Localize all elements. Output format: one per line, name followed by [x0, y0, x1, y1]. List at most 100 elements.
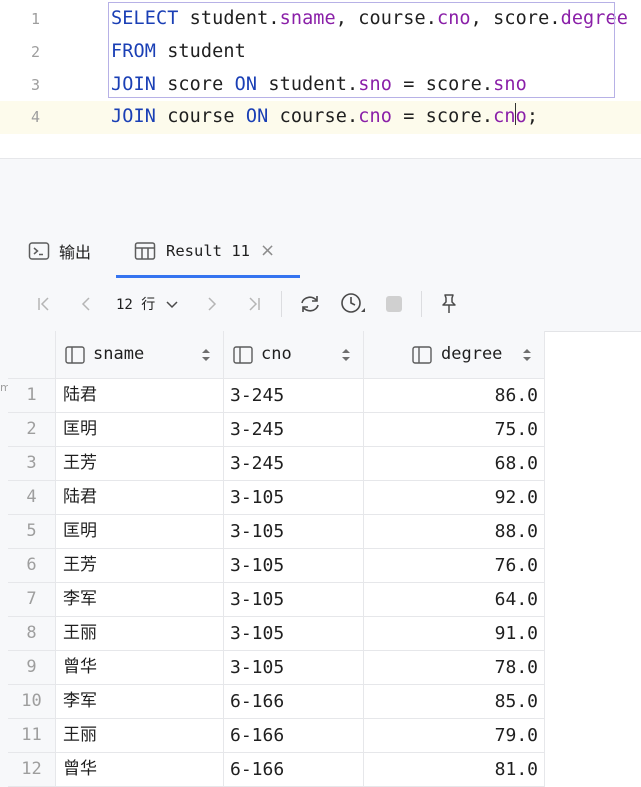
grid-gutter	[0, 331, 8, 787]
sort-icon[interactable]	[341, 348, 351, 362]
cell-cno[interactable]: 6-166	[224, 753, 364, 787]
close-icon[interactable]: ×	[260, 240, 275, 261]
column-header-sname[interactable]: sname	[56, 331, 224, 379]
cell-cno[interactable]: 3-245	[224, 413, 364, 447]
cell-sname[interactable]: 匡明	[56, 413, 224, 447]
results-tab-bar: 输出 Result 11 ×	[0, 223, 641, 278]
code-text[interactable]: SELECT student.sname, course.cno, score.…	[111, 8, 628, 29]
cell-sname[interactable]: 陆君	[56, 481, 224, 515]
cell-sname[interactable]: 李军	[56, 583, 224, 617]
previous-page-button[interactable]	[74, 291, 98, 317]
results-toolbar: 12 行	[0, 278, 641, 332]
tab-result[interactable]: Result 11 ×	[116, 223, 300, 278]
cell-sname[interactable]: 匡明	[56, 515, 224, 549]
code-text[interactable]: FROM student	[111, 41, 246, 62]
column-icon	[65, 346, 85, 364]
history-button[interactable]	[338, 291, 368, 317]
table-row[interactable]: 6 王芳 3-105 76.0	[8, 549, 545, 583]
cell-cno[interactable]: 3-105	[224, 651, 364, 685]
code-line-4[interactable]: 4 JOIN course ON course.cno = score.cno;	[0, 101, 641, 134]
code-text[interactable]: JOIN score ON student.sno = score.sno	[111, 74, 527, 95]
code-line-1[interactable]: 1 SELECT student.sname, course.cno, scor…	[0, 3, 641, 36]
table-row[interactable]: 7 李军 3-105 64.0	[8, 583, 545, 617]
next-page-button[interactable]	[200, 291, 224, 317]
cell-degree[interactable]: 81.0	[364, 753, 545, 787]
table-row[interactable]: 1 陆君 3-245 86.0	[8, 379, 545, 413]
code-line-3[interactable]: 3 JOIN score ON student.sno = score.sno	[0, 69, 641, 102]
first-page-button[interactable]	[32, 291, 56, 317]
row-number: 2	[8, 413, 56, 447]
cell-degree[interactable]: 78.0	[364, 651, 545, 685]
table-row[interactable]: 4 陆君 3-105 92.0	[8, 481, 545, 515]
column-header-degree[interactable]: degree	[364, 331, 545, 379]
line-number: 1	[30, 10, 40, 28]
cell-sname[interactable]: 陆君	[56, 379, 224, 413]
cell-degree[interactable]: 88.0	[364, 515, 545, 549]
table-row[interactable]: 5 匡明 3-105 88.0	[8, 515, 545, 549]
column-header-cno[interactable]: cno	[224, 331, 364, 379]
cell-sname[interactable]: 王芳	[56, 447, 224, 481]
row-number: 5	[8, 515, 56, 549]
sql-text: course	[155, 106, 246, 127]
row-number: 1	[8, 379, 56, 413]
toolbar-separator	[281, 291, 282, 317]
table-row[interactable]: 10 李军 6-166 85.0	[8, 685, 545, 719]
cell-degree[interactable]: 68.0	[364, 447, 545, 481]
cell-cno[interactable]: 3-245	[224, 379, 364, 413]
sort-icon[interactable]	[522, 348, 532, 362]
clock-icon	[341, 293, 365, 313]
column-name: degree	[441, 344, 503, 364]
cell-cno[interactable]: 6-166	[224, 685, 364, 719]
cell-cno[interactable]: 3-105	[224, 583, 364, 617]
tab-result-label: Result 11	[166, 241, 250, 260]
cell-degree[interactable]: 79.0	[364, 719, 545, 753]
cell-cno[interactable]: 6-166	[224, 719, 364, 753]
cell-degree[interactable]: 91.0	[364, 617, 545, 651]
cell-sname[interactable]: 王丽	[56, 719, 224, 753]
sort-icon[interactable]	[201, 348, 211, 362]
cell-cno[interactable]: 3-105	[224, 481, 364, 515]
cell-sname[interactable]: 王丽	[56, 617, 224, 651]
table-row[interactable]: 3 王芳 3-245 68.0	[8, 447, 545, 481]
rows-count-dropdown[interactable]: 12 行	[116, 291, 186, 317]
cell-sname[interactable]: 李军	[56, 685, 224, 719]
cell-degree[interactable]: 75.0	[364, 413, 545, 447]
cell-cno[interactable]: 3-105	[224, 617, 364, 651]
cell-degree[interactable]: 92.0	[364, 481, 545, 515]
rows-count-label: 12 行	[116, 297, 156, 313]
cell-cno[interactable]: 3-105	[224, 549, 364, 583]
cell-sname[interactable]: 曾华	[56, 651, 224, 685]
row-number: 12	[8, 753, 56, 787]
row-number-header[interactable]	[8, 331, 56, 379]
chevron-down-icon	[166, 301, 178, 309]
table-row[interactable]: 11 王丽 6-166 79.0	[8, 719, 545, 753]
sql-field: cno	[436, 8, 471, 29]
tab-output-label: 输出	[59, 242, 92, 262]
cell-degree[interactable]: 64.0	[364, 583, 545, 617]
table-row[interactable]: 8 王丽 3-105 91.0	[8, 617, 545, 651]
sql-field: cno	[493, 106, 527, 127]
stop-button[interactable]	[382, 291, 406, 317]
cell-cno[interactable]: 3-245	[224, 447, 364, 481]
cell-sname[interactable]: 曾华	[56, 753, 224, 787]
line-number: 2	[30, 43, 40, 61]
last-page-icon	[249, 297, 260, 311]
cell-degree[interactable]: 76.0	[364, 549, 545, 583]
code-text[interactable]: JOIN course ON course.cno = score.cno;	[111, 106, 538, 127]
table-row[interactable]: 2 匡明 3-245 75.0	[8, 413, 545, 447]
pin-tab-button[interactable]	[436, 291, 462, 317]
code-line-2[interactable]: 2 FROM student	[0, 36, 641, 69]
tab-output[interactable]: 输出	[28, 223, 91, 278]
column-icon	[233, 346, 253, 364]
last-page-button[interactable]	[242, 291, 266, 317]
refresh-button[interactable]	[296, 291, 324, 317]
cell-degree[interactable]: 85.0	[364, 685, 545, 719]
cell-cno[interactable]: 3-105	[224, 515, 364, 549]
cell-degree[interactable]: 86.0	[364, 379, 545, 413]
panel-divider[interactable]	[0, 158, 641, 224]
sql-text: course.	[268, 106, 359, 127]
sql-editor[interactable]: 1 SELECT student.sname, course.cno, scor…	[0, 0, 641, 158]
table-row[interactable]: 9 曾华 3-105 78.0	[8, 651, 545, 685]
cell-sname[interactable]: 王芳	[56, 549, 224, 583]
table-row[interactable]: 12 曾华 6-166 81.0	[8, 753, 545, 787]
